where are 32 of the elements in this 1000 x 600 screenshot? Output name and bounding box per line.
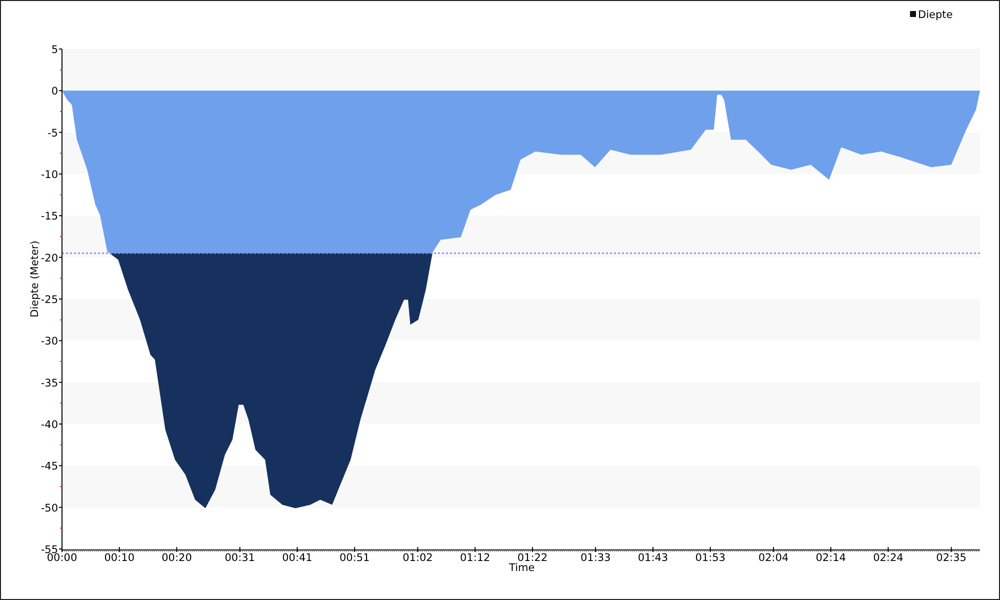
axis-tick-label: -15 [40, 210, 58, 223]
axis-tick-label: 01:53 [695, 552, 726, 564]
axis-tick-label: -35 [40, 377, 58, 390]
axis-tick-label: 00:51 [339, 552, 370, 564]
axis-tick-label: 02:35 [936, 552, 966, 564]
axis-tick-label: 00:20 [162, 552, 192, 564]
axis-tick-label: 01:22 [517, 552, 548, 564]
axis-tick-label: -25 [40, 294, 58, 306]
axis-tick-label: 01:12 [460, 552, 490, 564]
axis-tick-label: 0 [51, 86, 58, 98]
axis-tick-label: -30 [40, 336, 58, 348]
axis-tick-label: 02:24 [873, 552, 904, 564]
axis-tick-label: -50 [40, 502, 58, 514]
axis-tick-label: 00:31 [224, 552, 255, 564]
axis-tick-label: 02:04 [758, 552, 789, 564]
axis-tick-label: 5 [51, 44, 58, 56]
legend-marker [910, 11, 916, 17]
axis-tick-label: -45 [40, 460, 58, 473]
axis-tick-label: 01:43 [638, 552, 668, 564]
axis-tick-label: 02:14 [816, 552, 846, 564]
axis-tick-label: -10 [40, 169, 58, 181]
legend-label: Diepte [918, 9, 953, 21]
axis-tick-label: 00:00 [46, 552, 78, 564]
axis-tick-label: 00:41 [282, 552, 312, 564]
y-axis-title: Diepte (Meter) [29, 240, 41, 318]
axis-tick-label: 01:33 [580, 552, 611, 564]
x-axis-title: Time [509, 562, 535, 574]
axis-tick-label: 00:10 [104, 552, 134, 564]
axis-tick-label: -20 [40, 252, 58, 264]
axis-tick-label: -5 [48, 127, 58, 140]
axis-tick-label: -40 [40, 419, 58, 431]
axis-tick-label: 01:02 [402, 552, 433, 564]
